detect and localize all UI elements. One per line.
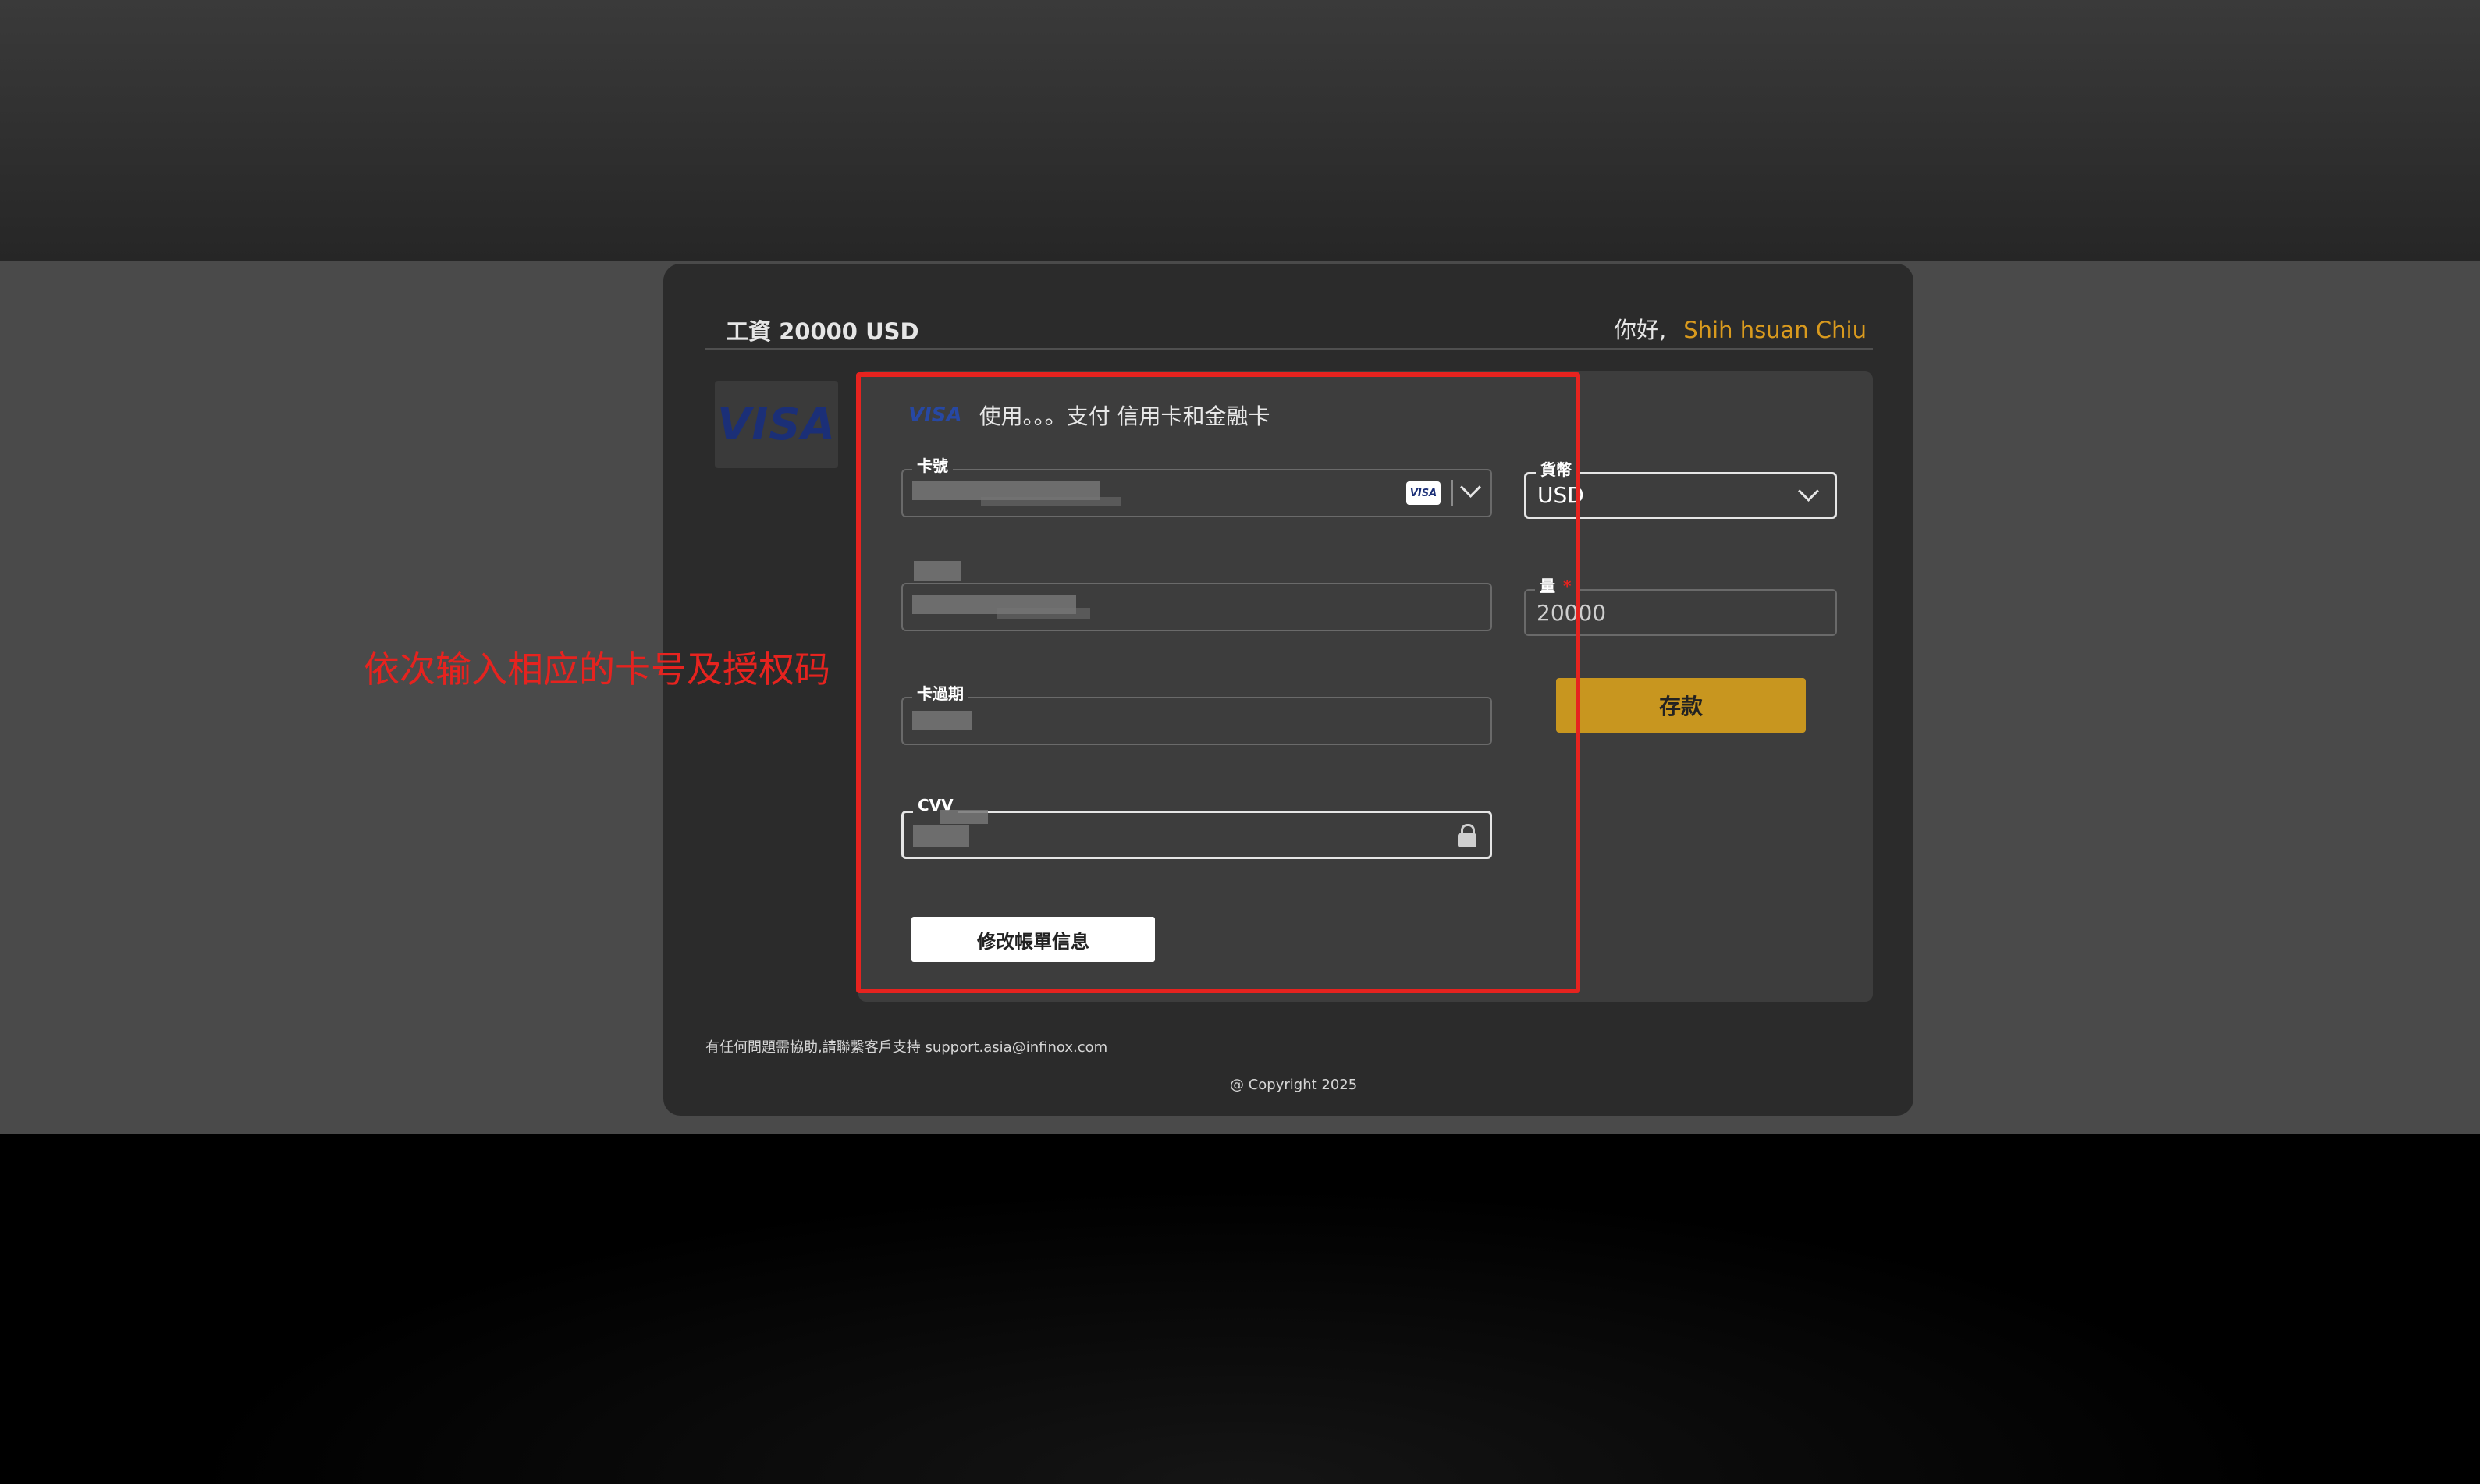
top-background	[0, 0, 2480, 261]
deposit-button[interactable]: 存款	[1556, 678, 1806, 733]
greeting-text: 你好,	[1614, 317, 1667, 343]
user-name: Shih hsuan Chiu	[1683, 317, 1867, 343]
annotation-text: 依次输入相应的卡号及授权码	[364, 648, 830, 691]
highlight-box	[856, 372, 1580, 993]
visa-payment-option[interactable]: VISA	[715, 381, 838, 468]
chevron-down-icon	[1798, 481, 1819, 502]
panel-header: 工資 20000 USD 你好, Shih hsuan Chiu	[705, 296, 1873, 350]
bottom-background	[0, 1134, 2480, 1484]
page-title: 工資 20000 USD	[726, 318, 919, 345]
user-greeting: 你好, Shih hsuan Chiu	[1614, 312, 1867, 345]
support-help-text: 有任何問題需協助,請聯繫客戶支持 support.asia@infinox.co…	[705, 1039, 1108, 1056]
visa-logo-icon: VISA	[717, 399, 836, 450]
copyright-text: @ Copyright 2025	[1230, 1077, 1358, 1093]
